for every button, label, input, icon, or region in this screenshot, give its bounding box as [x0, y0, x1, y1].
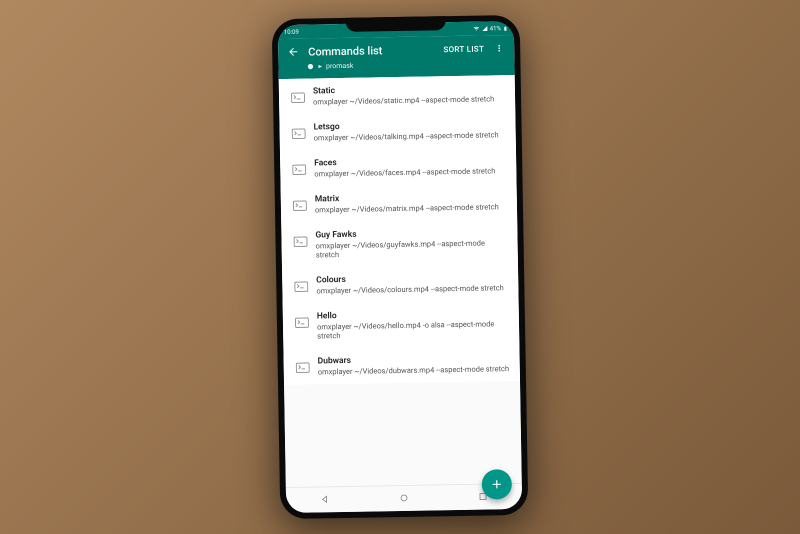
command-row[interactable]: Letsgoomxplayer ~/Videos/talking.mp4 --a…	[279, 111, 516, 151]
terminal-icon	[292, 125, 306, 137]
status-right: 41%	[473, 25, 508, 33]
terminal-icon	[293, 233, 307, 245]
wifi-icon	[473, 26, 480, 32]
status-time: 10:09	[284, 28, 299, 35]
screen: 10:09 41% Commands list SORT LIST	[278, 21, 522, 513]
command-texts: Staticomxplayer ~/Videos/static.mp4 --as…	[313, 83, 505, 106]
commands-list[interactable]: Staticomxplayer ~/Videos/static.mp4 --as…	[279, 75, 522, 487]
terminal-icon	[291, 89, 305, 101]
command-subtitle: omxplayer ~/Videos/guyfawks.mp4 --aspect…	[316, 238, 508, 259]
sort-list-button[interactable]: SORT LIST	[443, 44, 484, 54]
back-button[interactable]	[286, 45, 300, 59]
circle-home-icon	[398, 492, 410, 504]
app-bar: Commands list SORT LIST ▸ promask	[278, 35, 515, 79]
nav-home-button[interactable]	[398, 489, 410, 508]
command-subtitle: omxplayer ~/Videos/talking.mp4 --aspect-…	[314, 130, 506, 142]
plus-icon	[490, 477, 504, 491]
command-row[interactable]: Matrixomxplayer ~/Videos/matrix.mp4 --as…	[281, 183, 518, 223]
command-texts: Facesomxplayer ~/Videos/faces.mp4 --aspe…	[314, 155, 506, 178]
command-texts: Matrixomxplayer ~/Videos/matrix.mp4 --as…	[315, 191, 507, 214]
command-row[interactable]: Coloursomxplayer ~/Videos/colours.mp4 --…	[282, 264, 519, 304]
battery-text: 41%	[490, 25, 501, 32]
command-subtitle: omxplayer ~/Videos/static.mp4 --aspect-m…	[313, 94, 505, 106]
breadcrumb-host: promask	[326, 62, 353, 70]
command-texts: Guy Fawksomxplayer ~/Videos/guyfawks.mp4…	[315, 227, 507, 259]
notch	[346, 16, 446, 32]
command-row[interactable]: Helloomxplayer ~/Videos/hello.mp4 -o als…	[283, 300, 520, 349]
command-subtitle: omxplayer ~/Videos/hello.mp4 -o alsa --a…	[317, 319, 509, 340]
breadcrumb: ▸ promask	[306, 59, 506, 70]
triangle-back-icon	[319, 493, 331, 505]
command-texts: Dubwarsomxplayer ~/Videos/dubwars.mp4 --…	[318, 353, 510, 376]
command-row[interactable]: Staticomxplayer ~/Videos/static.mp4 --as…	[279, 75, 516, 115]
command-row[interactable]: Facesomxplayer ~/Videos/faces.mp4 --aspe…	[280, 147, 517, 187]
terminal-icon	[293, 197, 307, 209]
overflow-menu-button[interactable]	[492, 41, 506, 55]
raspberry-icon	[306, 62, 314, 70]
command-subtitle: omxplayer ~/Videos/faces.mp4 --aspect-mo…	[314, 166, 506, 178]
command-texts: Letsgoomxplayer ~/Videos/talking.mp4 --a…	[313, 119, 505, 142]
command-row[interactable]: Guy Fawksomxplayer ~/Videos/guyfawks.mp4…	[281, 219, 518, 268]
more-vert-icon	[494, 42, 504, 54]
phone-frame: 10:09 41% Commands list SORT LIST	[272, 15, 529, 519]
terminal-icon	[295, 314, 309, 326]
terminal-icon	[294, 278, 308, 290]
arrow-back-icon	[287, 46, 299, 58]
command-subtitle: omxplayer ~/Videos/dubwars.mp4 --aspect-…	[318, 364, 510, 376]
command-texts: Helloomxplayer ~/Videos/hello.mp4 -o als…	[317, 308, 509, 340]
chevron-right-icon: ▸	[318, 62, 322, 70]
terminal-icon	[292, 161, 306, 173]
command-subtitle: omxplayer ~/Videos/matrix.mp4 --aspect-m…	[315, 202, 507, 214]
terminal-icon	[296, 359, 310, 371]
command-row[interactable]: Dubwarsomxplayer ~/Videos/dubwars.mp4 --…	[283, 345, 520, 385]
command-subtitle: omxplayer ~/Videos/colours.mp4 --aspect-…	[316, 283, 508, 295]
nav-back-button[interactable]	[319, 490, 331, 509]
battery-icon	[503, 25, 508, 32]
page-title: Commands list	[308, 43, 435, 58]
command-texts: Coloursomxplayer ~/Videos/colours.mp4 --…	[316, 272, 508, 295]
signal-icon	[482, 25, 488, 31]
